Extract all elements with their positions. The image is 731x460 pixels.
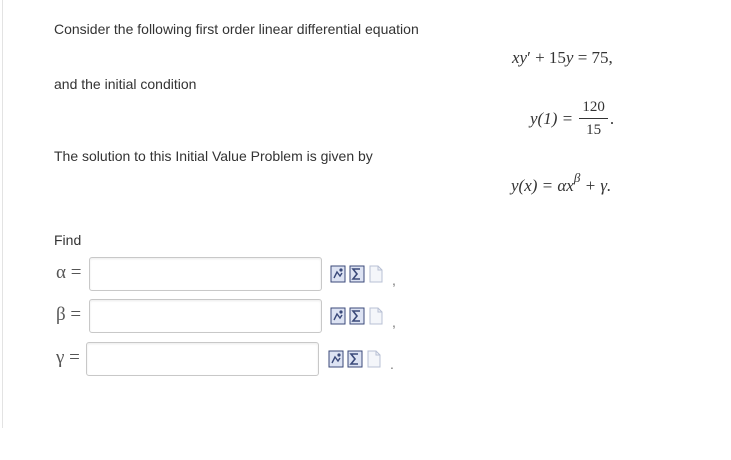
alpha-separator: , xyxy=(392,272,396,288)
ic-period: . xyxy=(609,109,615,128)
ic-fraction: 120 15 xyxy=(579,99,608,139)
ode-term: + 15 xyxy=(530,48,566,67)
initial-condition-equation: y(1) = 120 15 . xyxy=(530,99,614,139)
ode-rhs: = 75, xyxy=(573,48,613,67)
alpha-label: α = xyxy=(56,262,82,283)
solution-equation: y(x) = αxβ + γ. xyxy=(511,170,612,196)
ic-numerator: 120 xyxy=(579,99,608,119)
equation-editor-icon[interactable] xyxy=(349,307,365,325)
intro-text: Consider the following first order linea… xyxy=(54,21,419,37)
beta-label: β = xyxy=(56,304,82,325)
equation-editor-icon[interactable] xyxy=(349,265,365,283)
preview-icon[interactable] xyxy=(328,350,344,368)
equation-editor-icon[interactable] xyxy=(347,350,363,368)
beta-icons xyxy=(330,307,384,325)
gamma-separator: . xyxy=(390,356,394,372)
solution-lhs: y(x) = αx xyxy=(511,176,574,195)
gamma-label: γ = xyxy=(56,347,80,368)
initial-condition-label: and the initial condition xyxy=(54,76,197,92)
alpha-input[interactable] xyxy=(89,257,322,291)
alpha-icons xyxy=(330,265,384,283)
left-divider xyxy=(2,0,3,428)
gamma-icons xyxy=(328,350,382,368)
solution-exponent: β xyxy=(573,170,581,185)
gamma-input[interactable] xyxy=(86,342,319,376)
disabled-doc-icon xyxy=(366,350,382,368)
disabled-doc-icon xyxy=(368,265,384,283)
preview-icon[interactable] xyxy=(330,307,346,325)
solution-rest: + γ. xyxy=(580,176,612,195)
preview-icon[interactable] xyxy=(330,265,346,283)
find-label: Find xyxy=(54,232,82,248)
ode-equation: xy′ + 15y = 75, xyxy=(512,48,613,68)
ic-denominator: 15 xyxy=(586,122,602,138)
solution-label: The solution to this Initial Value Probl… xyxy=(54,148,373,164)
ode-lhs: xy xyxy=(512,48,528,67)
beta-separator: , xyxy=(392,314,396,330)
disabled-doc-icon xyxy=(368,307,384,325)
ic-lhs: y(1) = xyxy=(530,109,574,128)
beta-input[interactable] xyxy=(89,299,322,333)
